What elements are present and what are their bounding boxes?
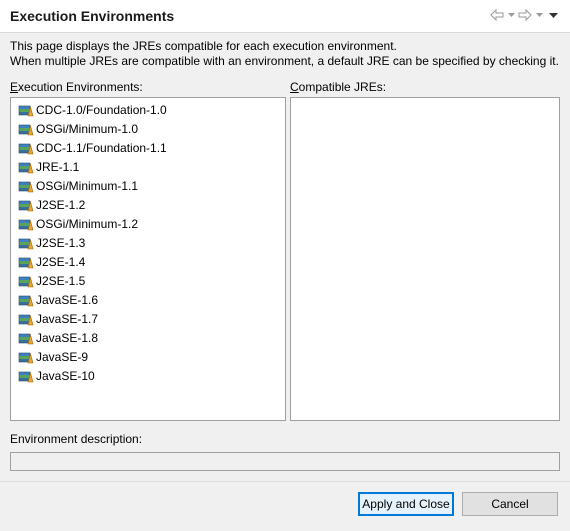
description-line-1: This page displays the JREs compatible f… (10, 39, 397, 53)
library-icon (18, 124, 34, 135)
environment-item[interactable]: J2SE-1.4 (11, 252, 285, 271)
library-icon (18, 219, 34, 230)
library-icon (18, 238, 34, 249)
page-header: Execution Environments (0, 0, 570, 33)
library-icon (18, 200, 34, 211)
environment-item-label: JavaSE-10 (36, 368, 95, 383)
environment-item-label: JavaSE-1.8 (36, 330, 99, 345)
environment-item[interactable]: J2SE-1.3 (11, 233, 285, 252)
environment-item[interactable]: OSGi/Minimum-1.1 (11, 176, 285, 195)
library-icon (18, 276, 34, 287)
environment-item[interactable]: CDC-1.0/Foundation-1.0 (11, 100, 285, 119)
library-icon (18, 314, 34, 325)
environment-item-label: CDC-1.0/Foundation-1.0 (36, 102, 167, 117)
environment-item[interactable]: OSGi/Minimum-1.0 (11, 119, 285, 138)
back-dropdown-icon[interactable] (506, 6, 516, 24)
library-icon (18, 371, 34, 382)
environment-item[interactable]: J2SE-1.2 (11, 195, 285, 214)
environment-item-label: OSGi/Minimum-1.2 (36, 216, 139, 231)
forward-arrow-icon[interactable] (516, 6, 534, 24)
environment-item-label: JavaSE-1.6 (36, 292, 99, 307)
compatible-jres-list[interactable] (290, 97, 560, 421)
environment-item-label: J2SE-1.4 (36, 254, 86, 269)
navigation-toolbar (488, 6, 562, 24)
library-icon (18, 352, 34, 363)
environment-item-label: J2SE-1.2 (36, 197, 86, 212)
environment-item-label: JavaSE-9 (36, 349, 89, 364)
library-icon (18, 257, 34, 268)
back-arrow-icon[interactable] (488, 6, 506, 24)
environment-item[interactable]: JavaSE-1.7 (11, 309, 285, 328)
page-description: This page displays the JREs compatible f… (10, 39, 560, 69)
environment-item[interactable]: JavaSE-10 (11, 366, 285, 385)
library-icon (18, 333, 34, 344)
environment-item-label: JRE-1.1 (36, 159, 80, 174)
environment-item-label: JavaSE-1.7 (36, 311, 99, 326)
library-icon (18, 143, 34, 154)
page-title: Execution Environments (10, 8, 175, 24)
description-line-2: When multiple JREs are compatible with a… (10, 54, 559, 68)
environment-item[interactable]: CDC-1.1/Foundation-1.1 (11, 138, 285, 157)
execution-environments-list[interactable]: CDC-1.0/Foundation-1.0 OSGi/Minimum-1.0 … (10, 97, 286, 421)
forward-dropdown-icon[interactable] (534, 6, 544, 24)
environment-item[interactable]: JRE-1.1 (11, 157, 285, 176)
library-icon (18, 181, 34, 192)
library-icon (18, 105, 34, 116)
environment-item-label: OSGi/Minimum-1.1 (36, 178, 139, 193)
library-icon (18, 295, 34, 306)
environment-item[interactable]: OSGi/Minimum-1.2 (11, 214, 285, 233)
environment-item-label: J2SE-1.3 (36, 235, 86, 250)
environment-item[interactable]: J2SE-1.5 (11, 271, 285, 290)
apply-and-close-button[interactable]: Apply and Close (358, 492, 454, 516)
button-bar-separator (0, 481, 570, 482)
environment-item[interactable]: JavaSE-1.8 (11, 328, 285, 347)
view-menu-icon[interactable] (544, 6, 562, 24)
compatible-jres-label: Compatible JREs: (290, 80, 387, 94)
environment-item-label: J2SE-1.5 (36, 273, 86, 288)
execution-environments-label: Execution Environments: (10, 80, 143, 94)
environment-description-field (10, 452, 560, 471)
environments-tree: CDC-1.0/Foundation-1.0 OSGi/Minimum-1.0 … (11, 98, 285, 385)
environment-item-label: CDC-1.1/Foundation-1.1 (36, 140, 167, 155)
library-icon (18, 162, 34, 173)
environment-description-label: Environment description: (10, 432, 143, 446)
environment-item[interactable]: JavaSE-1.6 (11, 290, 285, 309)
environment-item[interactable]: JavaSE-9 (11, 347, 285, 366)
cancel-button[interactable]: Cancel (462, 492, 558, 516)
environment-item-label: OSGi/Minimum-1.0 (36, 121, 139, 136)
